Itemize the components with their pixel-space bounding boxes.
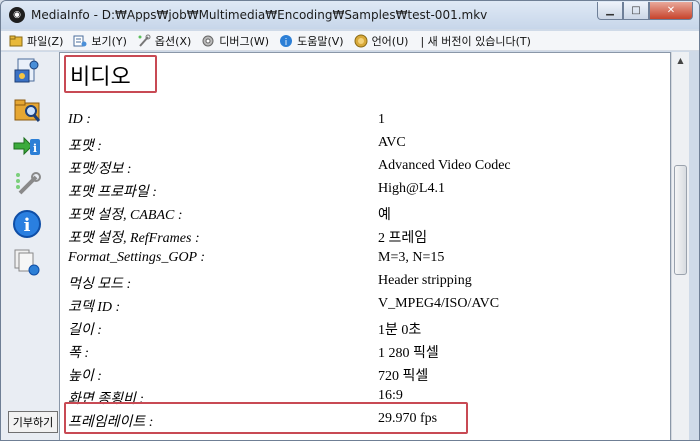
info-row: 길이 : 1분 0초 xyxy=(68,317,668,340)
info-row: 포맷/정보 : Advanced Video Codec xyxy=(68,156,668,179)
info-value: 2 프레임 xyxy=(378,231,428,246)
options-button[interactable] xyxy=(10,167,44,201)
maximize-icon: □ xyxy=(631,5,641,16)
info-row: 코덱 ID : V_MPEG4/ISO/AVC xyxy=(68,294,668,317)
menu-file-label: 파일(Z) xyxy=(27,34,64,48)
info-key: 코덱 ID : xyxy=(68,300,121,315)
window-controls: ▁ □ ✕ xyxy=(597,2,693,20)
info-key: 포맷/정보 : xyxy=(68,162,132,177)
view-icon xyxy=(73,34,87,48)
info-value: High@L4.1 xyxy=(378,181,445,196)
multiple-files-button[interactable] xyxy=(10,245,44,279)
section-title: 비디오 xyxy=(70,65,131,90)
open-file-button[interactable] xyxy=(10,54,44,88)
info-key: 포맷 프로파일 : xyxy=(68,185,157,200)
info-value: 1 280 픽셀 xyxy=(378,346,439,361)
svg-text:i: i xyxy=(285,38,288,48)
info-key: 포맷 설정, RefFrames : xyxy=(68,231,200,246)
info-row: 포맷 : AVC xyxy=(68,133,668,156)
vertical-scrollbar[interactable]: ▲ xyxy=(671,52,689,440)
info-key: 높이 : xyxy=(68,369,102,384)
menu-language-label: 언어(U) xyxy=(371,34,409,48)
svg-text:i: i xyxy=(33,142,37,155)
speaker-icon: ◉ xyxy=(9,7,25,23)
info-value: M=3, N=15 xyxy=(378,250,445,265)
menu-view[interactable]: 보기(Y) xyxy=(73,33,127,49)
menu-help[interactable]: i 도움말(V) xyxy=(279,33,344,49)
info-row: 포맷 설정, RefFrames : 2 프레임 xyxy=(68,225,668,248)
svg-text:i: i xyxy=(24,215,31,236)
maximize-button[interactable]: □ xyxy=(623,2,649,20)
menu-language[interactable]: 언어(U) xyxy=(354,33,409,49)
info-row: 포맷 설정, CABAC : 예 xyxy=(68,202,668,225)
minimize-icon: ▁ xyxy=(606,5,614,16)
scroll-up-button[interactable]: ▲ xyxy=(672,52,689,69)
scrollbar-thumb[interactable] xyxy=(674,165,687,275)
mediainfo-window: ◉ MediaInfo - D:₩Apps₩job₩Multimedia₩Enc… xyxy=(0,0,700,441)
minimize-button[interactable]: ▁ xyxy=(597,2,623,20)
info-value: Header stripping xyxy=(378,273,472,288)
open-file-icon xyxy=(14,58,39,83)
framerate-row-highlight xyxy=(64,402,468,434)
open-folder-button[interactable] xyxy=(10,92,44,126)
close-button[interactable]: ✕ xyxy=(649,2,693,20)
media-info-panel[interactable]: 비디오 ID : 1 포맷 : AVC 포맷/정보 : Advanced Video … xyxy=(59,52,671,440)
multiple-files-icon xyxy=(14,249,40,276)
menu-file[interactable]: 파일(Z) xyxy=(9,33,63,49)
menu-options-label: 옵션(X) xyxy=(154,34,192,48)
menu-bar: 파일(Z) 보기(Y) 옵션(X) 디버그(W) i 도움말(V) 언어(U) … xyxy=(1,31,699,51)
close-icon: ✕ xyxy=(666,5,676,16)
info-value: 1분 0초 xyxy=(378,323,422,338)
info-value: 1 xyxy=(378,112,385,127)
info-key: 포맷 : xyxy=(68,139,102,154)
help-icon: i xyxy=(279,34,293,48)
options-icon xyxy=(16,172,41,195)
info-key: ID : xyxy=(68,112,91,127)
globe-icon xyxy=(354,34,368,48)
info-key: 폭 : xyxy=(68,346,90,361)
export-info-button[interactable]: i xyxy=(10,129,44,163)
gear-icon xyxy=(201,34,215,48)
info-key: 포맷 설정, CABAC : xyxy=(68,208,183,223)
donate-button[interactable]: 기부하기 xyxy=(8,411,58,433)
chevron-up-icon: ▲ xyxy=(677,56,684,65)
info-row: Format_Settings_GOP : M=3, N=15 xyxy=(68,248,668,271)
info-key: Format_Settings_GOP : xyxy=(68,250,206,265)
sidebar-toolbar: i i 기부하기 xyxy=(1,52,59,440)
export-info-icon: i xyxy=(13,136,40,156)
info-value: 예 xyxy=(378,208,391,223)
about-button[interactable]: i xyxy=(10,207,44,241)
info-row: 먹싱 모드 : Header stripping xyxy=(68,271,668,294)
menu-view-label: 보기(Y) xyxy=(91,34,127,48)
menu-debug-label: 디버그(W) xyxy=(219,34,270,48)
info-key: 먹싱 모드 : xyxy=(68,277,132,292)
update-available-link[interactable]: | 새 버전이 있습니다(T) xyxy=(420,33,530,49)
menu-options[interactable]: 옵션(X) xyxy=(137,33,191,49)
info-value: AVC xyxy=(378,135,406,150)
window-title: MediaInfo - D:₩Apps₩job₩Multimedia₩Encod… xyxy=(31,8,488,22)
info-row: 포맷 프로파일 : High@L4.1 xyxy=(68,179,668,202)
wrench-icon xyxy=(137,34,151,48)
info-row: 높이 : 720 픽셀 xyxy=(68,363,668,386)
menu-help-label: 도움말(V) xyxy=(297,34,344,48)
info-value: Advanced Video Codec xyxy=(378,158,511,173)
info-row: 폭 : 1 280 픽셀 xyxy=(68,340,668,363)
open-folder-icon xyxy=(14,99,41,122)
folder-icon xyxy=(9,34,23,48)
info-value: V_MPEG4/ISO/AVC xyxy=(378,296,500,311)
about-icon: i xyxy=(13,210,41,238)
title-bar[interactable]: ◉ MediaInfo - D:₩Apps₩job₩Multimedia₩Enc… xyxy=(1,1,699,29)
info-value: 720 픽셀 xyxy=(378,369,429,384)
menu-debug[interactable]: 디버그(W) xyxy=(201,33,269,49)
info-row: ID : 1 xyxy=(68,110,668,133)
window-frame-edge xyxy=(689,52,699,440)
info-key: 길이 : xyxy=(68,323,102,338)
